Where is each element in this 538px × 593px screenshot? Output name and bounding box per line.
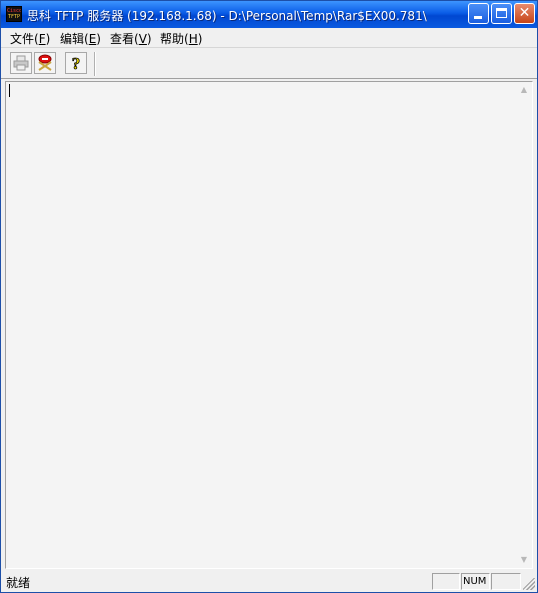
status-panel-3 [491,573,521,590]
menu-view-accelerator: V [138,32,147,46]
question-mark-icon: ? [71,54,81,74]
vertical-scrollbar[interactable]: ▲ ▼ [516,82,532,568]
exit-icon [38,54,52,71]
toolbar: ? [1,48,537,79]
menu-view-label: 查看( [110,32,139,46]
status-panel-1 [432,573,460,590]
svg-text:?: ? [72,54,81,73]
menu-help-label: 帮助( [160,32,189,46]
scroll-down-icon[interactable]: ▼ [516,552,532,568]
menu-view[interactable]: 查看(V) [110,30,152,47]
menu-file[interactable]: 文件(F) [10,30,50,47]
maximize-icon [496,8,507,18]
toolbar-separator [94,52,96,76]
menu-edit-label: 编辑( [60,32,89,46]
resize-grip-icon[interactable] [523,578,535,590]
print-button[interactable] [10,52,32,74]
menu-bar: 文件(F) 编辑(E) 查看(V) 帮助(H) [1,28,537,48]
status-text: 就绪 [6,576,31,590]
exit-button[interactable] [34,52,56,74]
status-bar: 就绪 NUM [1,571,537,592]
app-icon-line-2: TFTP [7,14,21,20]
menu-help-close-paren: ) [197,32,203,46]
minimize-button[interactable] [468,3,489,24]
close-button[interactable]: ✕ [514,3,535,24]
menu-view-close-paren: ) [146,32,152,46]
menu-help-accelerator: H [188,32,198,46]
scroll-up-icon[interactable]: ▲ [516,82,532,98]
window-title: 思科 TFTP 服务器 (192.168.1.68) - D:\Personal… [27,9,427,23]
maximize-button[interactable] [491,3,512,24]
title-bar[interactable]: Cisco TFTP 思科 TFTP 服务器 (192.168.1.68) - … [1,1,537,28]
menu-edit[interactable]: 编辑(E) [60,30,101,47]
printer-icon [13,55,29,71]
minimize-icon [474,16,482,19]
app-window: Cisco TFTP 思科 TFTP 服务器 (192.168.1.68) - … [0,0,538,593]
close-icon: ✕ [518,5,531,21]
num-lock-indicator: NUM [461,573,490,590]
menu-edit-close-paren: ) [96,32,101,46]
menu-file-close-paren: ) [45,32,51,46]
text-caret [9,84,10,97]
tftp-app-icon[interactable]: Cisco TFTP [6,6,22,22]
menu-file-accelerator: F [38,32,46,46]
menu-file-label: 文件( [10,32,39,46]
menu-help[interactable]: 帮助(H) [160,30,202,47]
log-text-area[interactable]: ▲ ▼ [5,81,533,569]
help-button[interactable]: ? [65,52,87,74]
